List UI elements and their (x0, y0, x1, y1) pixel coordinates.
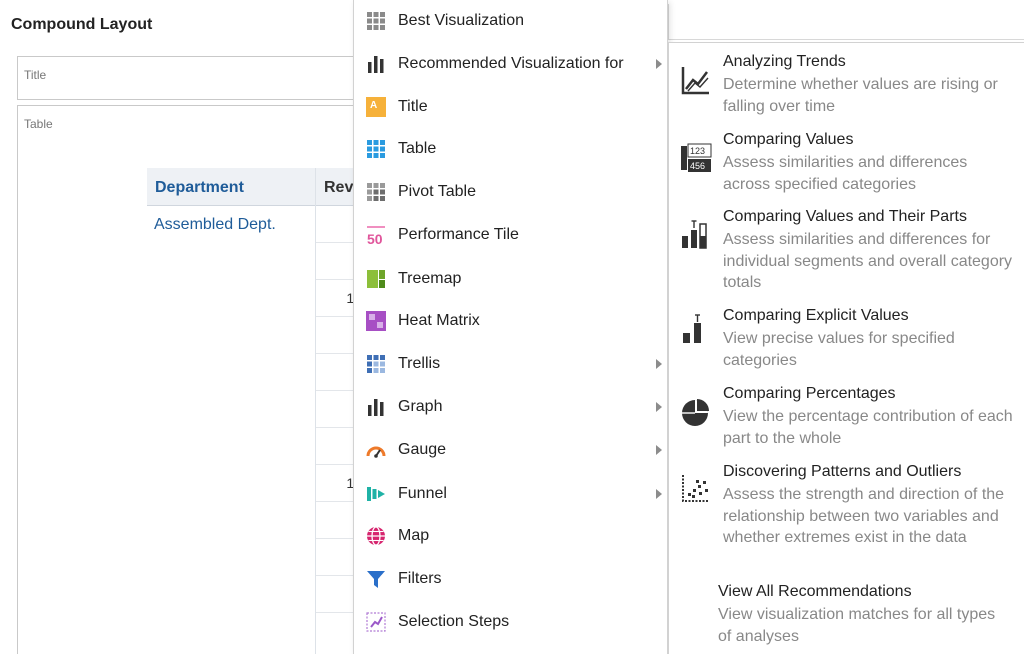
menu-item-label: Best Visualization (398, 12, 524, 29)
menu-item-best-visualization[interactable]: Best Visualization (354, 0, 667, 42)
submenu-item-view-all-recommendations[interactable]: View All Recommendations View visualizat… (669, 583, 1023, 653)
menu-item-label: Treemap (398, 270, 462, 287)
menu-item-label: Filters (398, 570, 442, 587)
table-header: Department Rev (147, 168, 362, 206)
title-icon: A (366, 97, 386, 117)
menu-item-title[interactable]: A Title (354, 86, 667, 128)
svg-text:123: 123 (690, 146, 705, 156)
svg-text:456: 456 (690, 161, 705, 171)
gauge-icon (366, 446, 386, 458)
scatter-plot-icon (682, 475, 709, 502)
svg-text:A: A (370, 100, 377, 111)
pivot-table-icon (367, 183, 385, 201)
stacked-bar-icon (682, 220, 707, 249)
submenu-item-comparing-values[interactable]: 123 456 Comparing Values Assess similari… (669, 131, 1023, 201)
submenu-item-title: Discovering Patterns and Outliers (723, 463, 962, 480)
menu-item-treemap[interactable]: Treemap (354, 258, 667, 300)
column-header-department[interactable]: Department (155, 179, 244, 197)
grid-icon (367, 12, 385, 30)
pie-chart-icon (682, 399, 709, 426)
trellis-icon (367, 355, 385, 373)
submenu-item-title: Comparing Values (723, 131, 854, 148)
menu-item-performance-tile[interactable]: 50 Performance Tile (354, 214, 667, 256)
menu-item-label: Recommended Visualization for (398, 55, 624, 72)
menu-item-label: Selection Steps (398, 613, 510, 630)
bar-chart-icon (368, 56, 384, 73)
submenu-item-comparing-values-parts[interactable]: Comparing Values and Their Parts Assess … (669, 208, 1023, 300)
explicit-values-icon (683, 314, 701, 343)
menu-item-pivot-table[interactable]: Pivot Table (354, 171, 667, 213)
trend-line-icon (681, 67, 709, 95)
submenu-arrow-icon (656, 489, 662, 499)
submenu-item-comparing-percentages[interactable]: Comparing Percentages View the percentag… (669, 385, 1023, 455)
menu-item-heat-matrix[interactable]: Heat Matrix (354, 300, 667, 342)
globe-icon (367, 526, 385, 546)
menu-item-graph[interactable]: Graph (354, 386, 667, 428)
menu-item-label: Funnel (398, 485, 447, 502)
treemap-icon (367, 270, 385, 288)
menu-item-label: Performance Tile (398, 226, 519, 243)
selection-steps-icon (366, 612, 386, 632)
menu-item-label: Map (398, 527, 430, 544)
table-icon (367, 140, 385, 158)
menu-item-map[interactable]: Map (354, 515, 667, 557)
submenu-item-title: Comparing Values and Their Parts (723, 208, 967, 225)
menu-item-funnel[interactable]: Funnel (354, 473, 667, 515)
submenu-item-description: Assess similarities and differences for … (723, 231, 1013, 291)
menu-item-label: Heat Matrix (398, 312, 480, 329)
submenu-item-description: Assess similarities and differences acro… (723, 154, 968, 193)
submenu-item-description: Determine whether values are rising or f… (723, 76, 998, 115)
submenu-item-title: Comparing Explicit Values (723, 307, 909, 324)
submenu-item-analyzing-trends[interactable]: Analyzing Trends Determine whether value… (669, 53, 1023, 123)
menu-item-label: Gauge (398, 441, 447, 458)
menu-item-label: Graph (398, 398, 443, 415)
submenu-item-description: View precise values for specified catego… (723, 330, 955, 369)
table-view-label: Table (24, 117, 53, 131)
heat-matrix-icon (366, 311, 386, 331)
menu-item-label: Table (398, 140, 437, 157)
menu-item-recommended-visualization[interactable]: Recommended Visualization for (354, 43, 667, 85)
menu-item-table[interactable]: Table (354, 128, 667, 170)
menu-item-label: Title (398, 98, 428, 115)
menu-item-trellis[interactable]: Trellis (354, 343, 667, 385)
funnel-icon (367, 487, 385, 501)
menu-item-gauge[interactable]: Gauge (354, 429, 667, 471)
submenu-arrow-icon (656, 402, 662, 412)
column-header-revenue[interactable]: Rev (324, 179, 353, 197)
page-title: Compound Layout (11, 16, 153, 33)
adjacent-view-header (668, 4, 1024, 40)
menu-item-label: Trellis (398, 355, 441, 372)
menu-item-selection-steps[interactable]: Selection Steps (354, 601, 667, 643)
menu-item-filters[interactable]: Filters (354, 558, 667, 600)
filter-icon (367, 571, 385, 588)
submenu-item-title: Comparing Percentages (723, 385, 896, 402)
graph-icon (368, 399, 384, 416)
submenu-item-description: View visualization matches for all types… (718, 606, 996, 645)
submenu-arrow-icon (656, 445, 662, 455)
new-view-menu: Best Visualization Recommended Visualiza… (353, 0, 668, 654)
submenu-item-description: View the percentage contribution of each… (723, 408, 1013, 447)
submenu-arrow-icon (656, 59, 662, 69)
compare-values-icon: 123 456 (681, 143, 712, 172)
menu-item-label: Pivot Table (398, 183, 476, 200)
submenu-item-title: Analyzing Trends (723, 53, 846, 70)
department-cell[interactable]: Assembled Dept. (154, 216, 276, 234)
submenu-item-comparing-explicit-values[interactable]: Comparing Explicit Values View precise v… (669, 307, 1023, 377)
submenu-item-patterns-outliers[interactable]: Discovering Patterns and Outliers Assess… (669, 463, 1023, 583)
submenu-item-description: Assess the strength and direction of the… (723, 486, 1005, 546)
title-view[interactable]: Title (17, 56, 362, 100)
performance-tile-icon: 50 (367, 226, 385, 245)
svg-text:50: 50 (367, 231, 383, 245)
title-view-label: Title (24, 68, 47, 82)
recommended-visualization-submenu: Analyzing Trends Determine whether value… (668, 42, 1024, 654)
submenu-item-title: View All Recommendations (718, 583, 912, 600)
submenu-arrow-icon (656, 359, 662, 369)
